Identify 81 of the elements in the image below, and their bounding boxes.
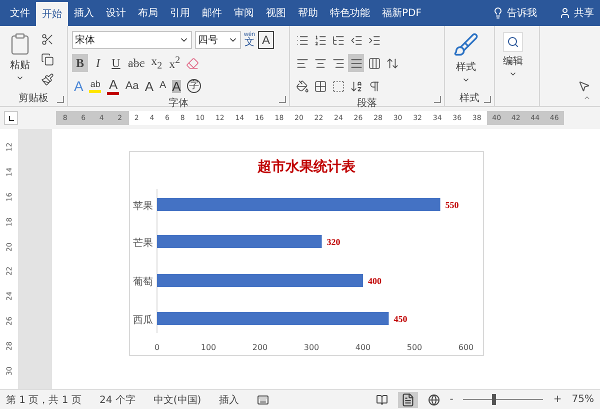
axis-tick-label: 100 [200, 343, 216, 352]
character-border-button[interactable]: A [258, 31, 274, 49]
color-bar-icon [107, 92, 120, 94]
highlight-button[interactable]: ab [87, 76, 104, 96]
language-status[interactable]: 中文(中国) [153, 392, 202, 406]
page-count[interactable]: 第 1 页，共 1 页 [6, 392, 82, 406]
category-label: 葡萄 [133, 277, 153, 288]
chevron-icon [462, 76, 470, 84]
underline-button[interactable]: U [108, 54, 124, 72]
chart-title: 超市水果统计表 [258, 159, 356, 175]
collapse-ribbon-icon[interactable] [582, 94, 592, 102]
chevron-icon [16, 74, 24, 82]
tab-stop-selector[interactable] [4, 111, 18, 125]
launcher-icon[interactable] [57, 96, 64, 103]
case-button[interactable]: Aa [123, 76, 141, 96]
editing-button[interactable]: 编辑 [499, 30, 527, 106]
category-label: 西瓜 [133, 315, 153, 326]
axis-tick-label: 300 [304, 343, 320, 352]
person-icon [559, 7, 571, 19]
axis-tick-label: 600 [458, 343, 474, 352]
macro-icon[interactable] [257, 394, 270, 406]
launcher-icon[interactable] [279, 96, 286, 103]
zoom-slider-thumb[interactable] [492, 394, 496, 405]
ribbon-tab[interactable]: 福新PDF [376, 0, 428, 26]
axis-tick-label: 500 [406, 343, 422, 352]
group-label: 字体 [168, 96, 188, 110]
zoom-out-button[interactable]: - [450, 394, 454, 405]
share-label[interactable]: 共享 [574, 6, 594, 20]
axis-tick-label: 200 [252, 343, 268, 352]
justify-align-icon[interactable] [348, 54, 364, 72]
font-name-field[interactable]: 宋体 [72, 31, 192, 49]
ribbon-tab[interactable]: 文件 [4, 0, 36, 26]
bold-button[interactable]: B [72, 54, 88, 72]
shade-button[interactable]: A [170, 76, 183, 96]
value-label: 550 [445, 200, 459, 210]
ribbon-tab[interactable]: 特色功能 [324, 0, 376, 26]
zoom-percentage[interactable]: 75% [572, 394, 594, 405]
launcher-icon[interactable] [484, 96, 491, 103]
paste-button[interactable]: 粘贴 [4, 30, 36, 91]
print-layout-icon[interactable] [398, 392, 418, 408]
italic-button[interactable]: I [90, 54, 106, 72]
search-icon [503, 32, 523, 52]
group-label: 段落 [357, 96, 377, 110]
group-label: 剪贴板 [18, 92, 48, 106]
web-layout-icon[interactable] [428, 394, 440, 406]
group-label: 样式 [460, 92, 480, 106]
category-label: 芒果 [133, 238, 153, 249]
grow-button[interactable]: A [142, 76, 156, 96]
styles-button[interactable]: 样式 [449, 30, 483, 91]
ribbon-tab[interactable]: 帮助 [292, 0, 324, 26]
value-label: 400 [368, 276, 382, 286]
brush-icon [453, 32, 479, 58]
sup-button[interactable]: x$^{2}$ [166, 54, 183, 72]
ribbon-tab[interactable]: 开始 [36, 2, 68, 26]
value-label: 450 [394, 314, 408, 324]
ribbon-tab[interactable]: 设计 [100, 0, 132, 26]
color-button[interactable]: A [105, 76, 122, 96]
launcher-icon[interactable] [434, 96, 441, 103]
shrink-button[interactable]: A [157, 76, 168, 96]
chevron-icon [509, 70, 517, 78]
ribbon-tab[interactable]: 邮件 [196, 0, 228, 26]
font-name-value: 宋体 [75, 34, 95, 47]
word-count[interactable]: 24 个字 [99, 392, 136, 406]
insert-mode[interactable]: 插入 [219, 392, 240, 406]
sub-button[interactable]: x$_{2}$ [148, 54, 165, 72]
category-label: 苹果 [133, 201, 153, 212]
font-size-field[interactable]: 四号 [195, 31, 241, 49]
read-mode-icon[interactable] [376, 394, 388, 406]
axis-tick-label: 400 [355, 343, 371, 352]
zoom-in-button[interactable]: + [553, 394, 562, 405]
font-size-value: 四号 [198, 34, 218, 47]
axis-tick-label: 0 [154, 343, 160, 352]
ribbon-tab[interactable]: 插入 [68, 0, 100, 26]
tell-me-label[interactable]: 告诉我 [507, 6, 537, 20]
value-label: 320 [326, 237, 340, 247]
ribbon-tab[interactable]: 视图 [260, 0, 292, 26]
ribbon-tab[interactable]: 布局 [132, 0, 164, 26]
ribbon-tab[interactable]: 引用 [164, 0, 196, 26]
ribbon-tab[interactable]: 审阅 [228, 0, 260, 26]
lightbulb-icon [492, 7, 504, 19]
color-bar-icon [89, 90, 102, 92]
